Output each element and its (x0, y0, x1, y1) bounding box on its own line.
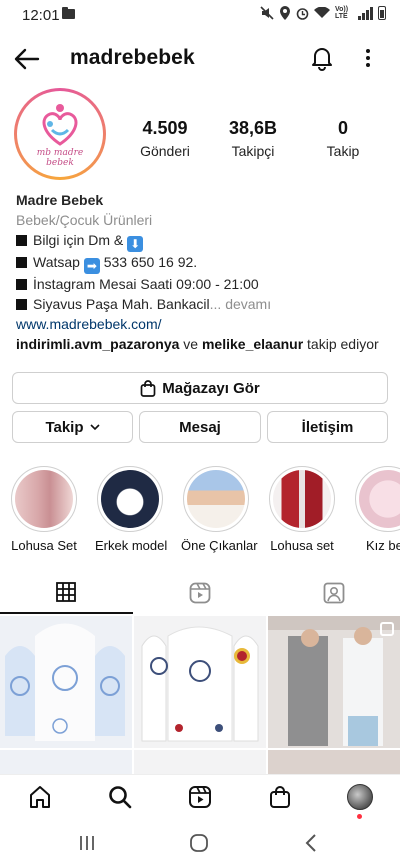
notification-dot (357, 814, 362, 819)
bullet-square-icon (16, 299, 27, 310)
stat-followers-label: Takipçi (231, 143, 275, 159)
followed-by-user-1[interactable]: indirimli.avm_pazaronya (16, 336, 179, 352)
active-tab-indicator (0, 612, 133, 614)
highlight-item[interactable]: Kız beb (353, 466, 400, 553)
status-time: 12:01 (22, 7, 60, 24)
profile-website-link[interactable]: www.madrebebek.com/ (16, 314, 392, 334)
bullet-square-icon (16, 235, 27, 246)
view-shop-button[interactable]: Mağazayı Gör (12, 372, 388, 404)
follow-button[interactable]: Takip (12, 411, 133, 443)
reels-nav-icon[interactable] (188, 785, 212, 809)
phone-arrow-emoji-icon: ➡ (83, 258, 100, 274)
bio-line-1: Bilgi için Dm & ⬇ (16, 230, 392, 252)
profile-bio: Madre Bebek Bebek/Çocuk Ürünleri Bilgi i… (16, 190, 392, 354)
highlight-label: Kız beb (365, 538, 400, 553)
follow-label: Takip (45, 418, 84, 436)
bio-line-4: Siyavus Paşa Mah. Bankacil... devamı (16, 294, 392, 314)
message-label: Mesaj (179, 418, 221, 436)
post-grid (0, 616, 400, 776)
stat-followers-value: 38,6B (228, 118, 278, 138)
highlight-label: Öne Çıkanlar (181, 538, 258, 553)
highlight-item[interactable]: Öne Çıkanlar (181, 466, 258, 553)
highlight-item[interactable]: Lohusa set (267, 466, 337, 553)
search-icon[interactable] (108, 785, 132, 809)
bullet-square-icon (16, 257, 27, 268)
network-label: Vo)) LTE (335, 6, 349, 20)
location-icon (280, 6, 290, 20)
contact-button[interactable]: İletişim (267, 411, 388, 443)
tagged-icon[interactable] (323, 582, 345, 604)
bio-line-3: İnstagram Mesai Saati 09:00 - 21:00 (16, 274, 392, 294)
bio-phone: 533 650 16 92. (103, 254, 198, 270)
battery-icon (378, 6, 386, 20)
grid-icon[interactable] (56, 582, 76, 602)
post-thumbnail[interactable] (268, 750, 400, 776)
brand-logo: mb madre bebek (20, 94, 100, 174)
stat-followers[interactable]: 38,6B Takipçi (220, 118, 286, 159)
alarm-icon (296, 7, 309, 20)
highlight-thumbnail (273, 470, 331, 528)
stat-posts[interactable]: 4.509 Gönderi (132, 118, 198, 159)
profile-tabs (0, 574, 400, 614)
profile-avatar-nav[interactable] (347, 784, 373, 810)
recent-apps-icon[interactable] (78, 834, 96, 852)
bullet-square-icon (16, 279, 27, 290)
stat-following-label: Takip (326, 143, 360, 159)
highlight-thumbnail (187, 470, 245, 528)
home-button-icon[interactable] (189, 833, 209, 853)
followed-by-user-2[interactable]: melike_elaanur (202, 336, 303, 352)
profile-avatar[interactable]: mb madre bebek (14, 88, 106, 180)
post-thumbnail[interactable] (134, 750, 266, 776)
stat-posts-label: Gönderi (140, 143, 190, 159)
stat-following[interactable]: 0 Takip (310, 118, 376, 159)
home-icon[interactable] (28, 785, 52, 809)
post-thumbnail[interactable] (0, 616, 132, 748)
wifi-icon (314, 7, 330, 18)
profile-name: Madre Bebek (16, 192, 104, 208)
shop-icon[interactable] (268, 785, 292, 809)
stat-following-value: 0 (337, 118, 348, 138)
brand-logo-text: mb madre bebek (36, 148, 84, 168)
highlight-thumbnail (101, 470, 159, 528)
shopping-bag-icon (140, 379, 156, 397)
followed-by[interactable]: indirimli.avm_pazaronya ve melike_elaanu… (16, 334, 392, 354)
more-vertical-icon[interactable] (364, 47, 372, 69)
view-shop-label: Mağazayı Gör (162, 379, 260, 397)
folder-icon (62, 7, 75, 19)
message-button[interactable]: Mesaj (139, 411, 261, 443)
highlight-thumbnail (15, 470, 73, 528)
profile-category: Bebek/Çocuk Ürünleri (16, 212, 153, 228)
profile-header: madrebebek (0, 36, 400, 82)
multiple-photos-icon (380, 622, 394, 636)
status-bar: 12:01 Vo)) LTE (0, 0, 400, 32)
post-thumbnail[interactable] (268, 616, 400, 748)
down-arrow-emoji-icon: ⬇ (127, 236, 144, 252)
back-arrow-icon[interactable] (14, 48, 40, 70)
highlight-label: Erkek model (95, 538, 168, 553)
contact-label: İletişim (301, 418, 354, 436)
highlight-item[interactable]: Erkek model (95, 466, 168, 553)
mute-icon (260, 6, 274, 20)
stat-posts-value: 4.509 (142, 118, 188, 138)
post-thumbnail[interactable] (0, 750, 132, 776)
signal-icon (358, 6, 373, 20)
reels-icon[interactable] (189, 582, 211, 604)
highlight-item[interactable]: Lohusa Set (9, 466, 79, 553)
bottom-navigation (0, 774, 400, 820)
profile-username: madrebebek (70, 46, 195, 69)
post-thumbnail[interactable] (134, 616, 266, 748)
bio-line-2: Watsap ➡ 533 650 16 92. (16, 252, 392, 274)
chevron-down-icon (89, 423, 100, 430)
back-button-icon[interactable] (304, 833, 318, 853)
system-navigation-bar (0, 820, 400, 866)
highlight-label: Lohusa Set (11, 538, 77, 553)
bell-icon[interactable] (311, 45, 333, 71)
highlight-thumbnail (359, 470, 400, 528)
bio-more-link[interactable]: ... devamı (210, 296, 271, 312)
highlight-label: Lohusa set (270, 538, 334, 553)
